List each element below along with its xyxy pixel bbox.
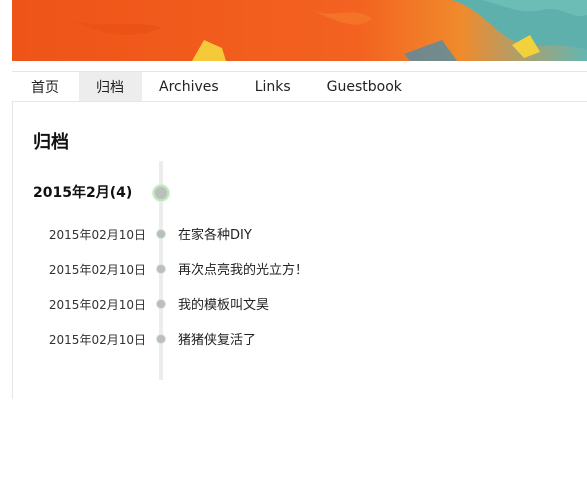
post-title-link[interactable]: 在家各种DIY: [178, 224, 252, 243]
post-title-link[interactable]: 再次点亮我的光立方！: [178, 259, 308, 278]
post-date: 2015年02月10日: [48, 263, 146, 277]
timeline-month-dot-icon: [153, 185, 169, 201]
nav-links[interactable]: Links: [237, 72, 309, 101]
archive-month-label: 2015年2月(4): [33, 185, 133, 201]
nav-archive[interactable]: 归档: [79, 72, 142, 101]
timeline-dot-icon: [156, 334, 166, 344]
post-date: 2015年02月10日: [48, 228, 146, 242]
post-date: 2015年02月10日: [48, 298, 146, 312]
timeline-dot-icon: [156, 299, 166, 309]
nav-home[interactable]: 首页: [12, 72, 79, 101]
post-title-link[interactable]: 我的模板叫文昊: [178, 294, 269, 313]
banner-artwork: [12, 0, 587, 61]
post-date: 2015年02月10日: [48, 333, 146, 347]
nav-guestbook[interactable]: Guestbook: [309, 72, 420, 101]
page-title: 归档: [33, 132, 69, 153]
post-title-link[interactable]: 猪猪侠复活了: [178, 329, 256, 348]
nav-archives[interactable]: Archives: [142, 72, 237, 101]
timeline-dot-icon: [156, 264, 166, 274]
main-nav: 首页 归档 Archives Links Guestbook: [12, 71, 587, 102]
timeline-dot-icon: [156, 229, 166, 239]
header-banner-image: [12, 0, 587, 61]
archive-content-panel: 归档 2015年2月(4) 2015年02月10日 在家各种DIY 2015年0…: [12, 102, 587, 399]
